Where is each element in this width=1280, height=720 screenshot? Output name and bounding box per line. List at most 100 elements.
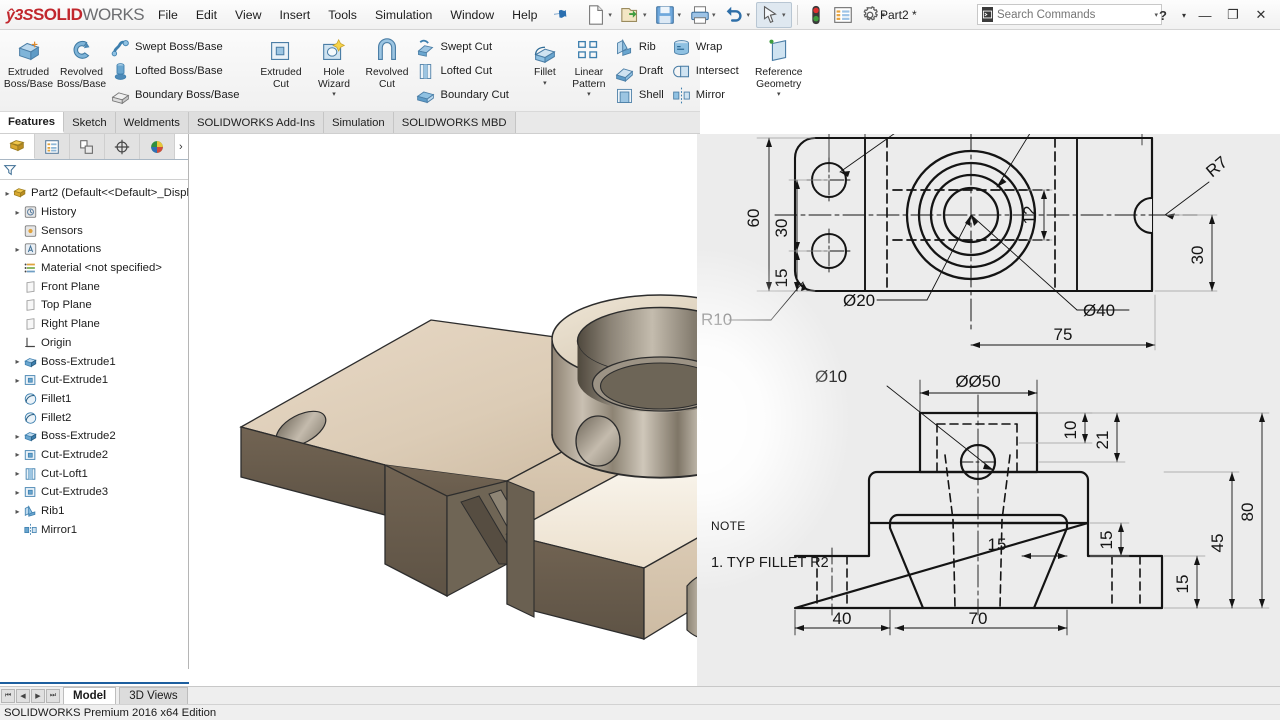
pushpin-icon[interactable]	[551, 4, 571, 25]
new-document-icon[interactable]: ▾	[583, 2, 617, 28]
cut-extrude3-arrow[interactable]: ▸	[12, 488, 23, 497]
tree-row-boss-extrude2[interactable]: ▸ Boss-Extrude2	[2, 427, 188, 446]
print-icon[interactable]: ▾	[687, 2, 721, 28]
search-commands-box[interactable]: ▾	[977, 4, 1162, 25]
boundary-cut-button[interactable]: Boundary Cut	[413, 83, 513, 107]
tab-sketch[interactable]: Sketch	[64, 112, 116, 133]
boss-extrude1-arrow[interactable]: ▸	[12, 357, 23, 366]
boundary-boss-base-button[interactable]: Boundary Boss/Base	[108, 83, 244, 107]
draft-button[interactable]: Draft	[612, 59, 669, 83]
cut-loft1-arrow[interactable]: ▸	[12, 469, 23, 478]
annotations-arrow[interactable]: ▸	[12, 245, 23, 254]
lofted-boss-base-button[interactable]: Lofted Boss/Base	[108, 59, 244, 83]
display-manager-tab[interactable]	[140, 134, 175, 159]
extruded-boss-base-button[interactable]: ExtrudedBoss/Base	[2, 32, 55, 90]
tree-row-mirror1[interactable]: Mirror1	[2, 520, 188, 539]
rollback-bar[interactable]	[0, 682, 189, 684]
prev-tab-button[interactable]: ◀	[16, 689, 30, 703]
more-tabs-chevron[interactable]: ›	[175, 134, 188, 159]
tree-row-cut-extrude1[interactable]: ▸ Cut-Extrude1	[2, 371, 188, 390]
undo-icon[interactable]: ▾	[721, 2, 755, 28]
rib-button[interactable]: Rib	[612, 35, 669, 59]
cut-extrude2-arrow[interactable]: ▸	[12, 450, 23, 459]
engineering-drawing-pane[interactable]: 30 90 15 2-Ø12 Ø30 60 30 15 12 R7 30 R10…	[697, 134, 1280, 686]
save-icon[interactable]: ▾	[652, 2, 686, 28]
reference-geometry-button[interactable]: ReferenceGeometry ▾	[754, 32, 804, 98]
graphics-area[interactable]: 30 90 15 2-Ø12 Ø30 60 30 15 12 R7 30 R10…	[189, 134, 1280, 686]
tab-simulation[interactable]: Simulation	[324, 112, 394, 133]
revolved-boss-base-button[interactable]: RevolvedBoss/Base	[55, 32, 108, 90]
tree-row-top-plane[interactable]: Top Plane	[2, 296, 188, 315]
tab-weldments[interactable]: Weldments	[116, 112, 189, 133]
tree-row-root[interactable]: ▸ Part2 (Default<<Default>_Displa	[2, 184, 188, 203]
menu-item-help[interactable]: Help	[503, 4, 546, 26]
wrap-button[interactable]: Wrap	[669, 35, 744, 59]
tab-3d-views[interactable]: 3D Views	[119, 687, 187, 704]
tree-row-fillet1[interactable]: Fillet1	[2, 390, 188, 409]
swept-boss-base-button[interactable]: Swept Boss/Base	[108, 35, 244, 59]
help-dropdown[interactable]: ▾	[1178, 2, 1190, 28]
extruded-cut-button[interactable]: ExtrudedCut	[254, 32, 307, 90]
lofted-cut-button[interactable]: Lofted Cut	[413, 59, 513, 83]
tree-row-boss-extrude1[interactable]: ▸ Boss-Extrude1	[2, 352, 188, 371]
tree-row-sensors[interactable]: Sensors	[2, 221, 188, 240]
tree-row-annotations[interactable]: ▸ Annotations	[2, 240, 188, 259]
menu-item-insert[interactable]: Insert	[270, 4, 319, 26]
root-expand-arrow[interactable]: ▸	[2, 189, 13, 198]
menu-item-simulation[interactable]: Simulation	[366, 4, 441, 26]
open-document-caret[interactable]: ▾	[642, 11, 650, 19]
tab-features[interactable]: Features	[0, 112, 64, 133]
next-tab-button[interactable]: ▶	[31, 689, 45, 703]
cut-extrude1-arrow[interactable]: ▸	[12, 376, 23, 385]
first-tab-button[interactable]: ⏮	[1, 689, 15, 703]
reference-geometry-caret[interactable]: ▾	[777, 91, 781, 98]
select-caret[interactable]: ▾	[781, 11, 789, 19]
print-caret[interactable]: ▾	[711, 11, 719, 19]
save-caret[interactable]: ▾	[676, 11, 684, 19]
options-list-icon[interactable]	[830, 2, 856, 28]
tree-filter-bar[interactable]	[0, 160, 188, 180]
dimxpert-manager-tab[interactable]	[105, 134, 140, 159]
fillet-button[interactable]: Fillet ▾	[524, 32, 566, 87]
tree-row-front-plane[interactable]: Front Plane	[2, 277, 188, 296]
configuration-manager-tab[interactable]	[70, 134, 105, 159]
tab-solidworks-mbd[interactable]: SOLIDWORKS MBD	[394, 112, 516, 133]
hole-wizard-caret[interactable]: ▾	[332, 91, 336, 98]
tree-row-rib1[interactable]: ▸ Rib1	[2, 502, 188, 521]
history-arrow[interactable]: ▸	[12, 208, 23, 217]
tree-row-origin[interactable]: Origin	[2, 334, 188, 353]
tree-row-fillet2[interactable]: Fillet2	[2, 408, 188, 427]
tab-solidworks-add-ins[interactable]: SOLIDWORKS Add-Ins	[189, 112, 324, 133]
mirror-button[interactable]: Mirror	[669, 83, 744, 107]
hole-wizard-button[interactable]: HoleWizard ▾	[307, 32, 360, 98]
linear-pattern-caret[interactable]: ▾	[587, 91, 591, 98]
menu-item-tools[interactable]: Tools	[319, 4, 366, 26]
select-cursor-icon[interactable]: ▾	[756, 2, 792, 28]
rib1-arrow[interactable]: ▸	[12, 507, 23, 516]
menu-item-view[interactable]: View	[226, 4, 270, 26]
new-document-caret[interactable]: ▾	[607, 11, 615, 19]
swept-cut-button[interactable]: Swept Cut	[413, 35, 513, 59]
tab-model[interactable]: Model	[63, 687, 116, 704]
tree-row-cut-extrude2[interactable]: ▸ Cut-Extrude2	[2, 446, 188, 465]
fillet-caret[interactable]: ▾	[543, 80, 547, 87]
feature-manager-tab[interactable]	[0, 134, 35, 159]
help-button[interactable]: ?	[1150, 2, 1176, 28]
restore-button[interactable]: ❐	[1220, 2, 1246, 28]
tree-row-material[interactable]: Material <not specified>	[2, 259, 188, 278]
shell-button[interactable]: Shell	[612, 83, 669, 107]
tree-row-history[interactable]: ▸ History	[2, 203, 188, 222]
linear-pattern-button[interactable]: LinearPattern ▾	[566, 32, 612, 98]
close-button[interactable]: ✕	[1248, 2, 1274, 28]
undo-caret[interactable]: ▾	[745, 11, 753, 19]
rebuild-icon[interactable]	[803, 2, 829, 28]
last-tab-button[interactable]: ⏭	[46, 689, 60, 703]
menu-item-window[interactable]: Window	[441, 4, 503, 26]
menu-item-edit[interactable]: Edit	[187, 4, 226, 26]
open-document-icon[interactable]: ▾	[618, 2, 652, 28]
minimize-button[interactable]: —	[1192, 2, 1218, 28]
property-manager-tab[interactable]	[35, 134, 70, 159]
tree-row-cut-extrude3[interactable]: ▸ Cut-Extrude3	[2, 483, 188, 502]
tree-row-right-plane[interactable]: Right Plane	[2, 315, 188, 334]
tree-row-cut-loft1[interactable]: ▸ Cut-Loft1	[2, 464, 188, 483]
